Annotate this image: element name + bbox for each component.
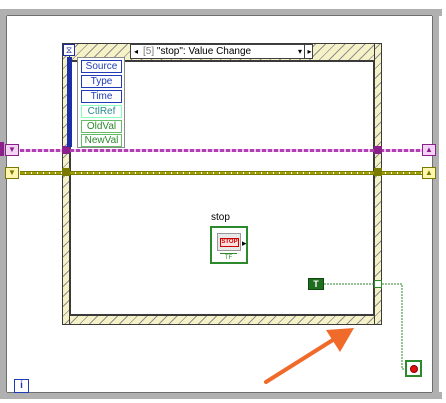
boolean-wire[interactable] xyxy=(0,0,446,403)
annotation-arrow xyxy=(264,328,354,384)
stop-if-true-icon xyxy=(410,365,418,373)
iteration-terminal[interactable]: i xyxy=(14,379,29,393)
tunnel-boolean-right[interactable] xyxy=(374,280,382,288)
loop-condition-terminal[interactable] xyxy=(405,360,422,377)
